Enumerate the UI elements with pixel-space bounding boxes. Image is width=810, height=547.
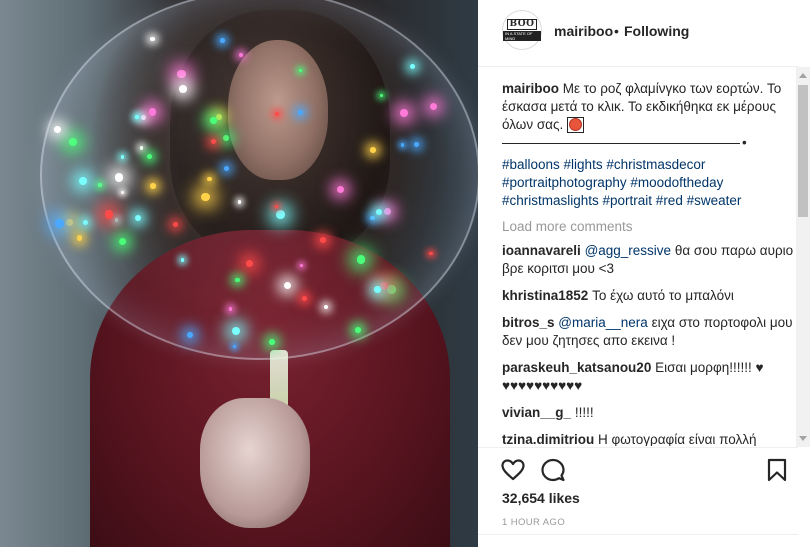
- fairy-light: [373, 286, 381, 293]
- comment-mention[interactable]: @agg_ressive: [585, 243, 672, 258]
- scrollbar-thumb[interactable]: [798, 85, 808, 217]
- comment-item: vivian__g_ !!!!!: [502, 404, 798, 422]
- bookmark-icon[interactable]: [764, 457, 790, 483]
- fairy-light: [104, 210, 114, 219]
- comment-username[interactable]: bitros_s: [502, 315, 555, 330]
- comment-mention[interactable]: @maria__nera: [558, 315, 648, 330]
- comments-list: mairiboo Με το ροζ φλαμίνγκο των εορτών.…: [502, 80, 798, 446]
- post-caption: mairiboo Με το ροζ φλαμίνγκο των εορτών.…: [502, 80, 798, 152]
- fairy-light: [302, 295, 307, 301]
- heart-icon[interactable]: [500, 457, 526, 483]
- fairy-light: [121, 190, 125, 194]
- caption-divider: [502, 142, 740, 144]
- fairy-light: [387, 285, 396, 294]
- avatar[interactable]: BOO IN A STATE OF MIND: [502, 10, 542, 50]
- comment-item: bitros_s @maria__nera ειχα στο πορτοφολι…: [502, 314, 798, 350]
- post-header: BOO IN A STATE OF MIND mairiboo • Follow…: [478, 0, 798, 67]
- comment-item: paraskeuh_katsanou20 Εισαι μορφη!!!!!! ♥…: [502, 359, 798, 395]
- fairy-light: [234, 277, 240, 283]
- avatar-logo-subtext: IN A STATE OF MIND: [503, 31, 541, 41]
- fairy-light: [150, 183, 156, 189]
- fairy-light: [223, 134, 230, 141]
- fairy-light: [283, 282, 291, 290]
- fairy-light: [369, 147, 376, 153]
- angry-face-emoji-icon: [567, 117, 584, 133]
- fairy-light: [400, 143, 404, 147]
- fairy-light: [399, 108, 408, 117]
- fairy-light: [228, 307, 233, 311]
- fairy-light: [147, 153, 153, 159]
- fairy-light: [356, 255, 366, 264]
- fairy-light: [135, 115, 139, 119]
- fairy-light: [141, 115, 146, 120]
- post-actions: 32,654 likes 1 HOUR AGO: [478, 447, 798, 547]
- fairy-light: [139, 145, 144, 150]
- fairy-light: [148, 108, 157, 116]
- comment-item: ioannavareli @agg_ressive θα σου παρω αυ…: [502, 242, 798, 278]
- comment-username[interactable]: paraskeuh_katsanou20: [502, 360, 651, 375]
- comment-text: !!!!!: [574, 405, 594, 420]
- header-separator: •: [614, 23, 619, 39]
- comment-item: tzina.dimitriou Η φωτογραφία είναι πολλή…: [502, 431, 798, 446]
- comment-username[interactable]: khristina1852: [502, 288, 588, 303]
- fairy-light: [269, 339, 275, 345]
- comment-icon[interactable]: [540, 457, 566, 483]
- comment-username[interactable]: ioannavareli: [502, 243, 581, 258]
- fairy-light: [177, 69, 186, 79]
- fairy-light: [179, 85, 187, 93]
- photo-balloon: [40, 0, 478, 360]
- comment-username[interactable]: tzina.dimitriou: [502, 432, 594, 446]
- caption-end-dot: •: [742, 135, 747, 150]
- avatar-logo-text: BOO: [506, 19, 538, 30]
- fairy-light: [429, 251, 433, 256]
- fairy-light: [379, 93, 384, 98]
- fairy-light: [231, 326, 240, 336]
- comments-scrollbar[interactable]: [796, 67, 810, 447]
- fairy-light: [370, 215, 375, 221]
- photo-hand: [200, 398, 310, 528]
- fairy-light: [172, 221, 179, 227]
- fairy-light: [118, 238, 126, 246]
- scroll-up-arrow-icon[interactable]: [799, 73, 807, 78]
- fairy-light: [220, 38, 225, 43]
- comment-text: Το έχω αυτό το μπαλόνι: [592, 288, 734, 303]
- comment-item: khristina1852 Το έχω αυτό το μπαλόνι: [502, 287, 798, 305]
- fairy-light: [55, 219, 64, 228]
- caption-username[interactable]: mairiboo: [502, 81, 559, 96]
- post-timestamp[interactable]: 1 HOUR AGO: [502, 517, 565, 528]
- fairy-light: [115, 173, 124, 182]
- scroll-down-arrow-icon[interactable]: [799, 436, 807, 441]
- header-username[interactable]: mairiboo: [554, 23, 613, 39]
- fairy-light: [68, 138, 77, 147]
- likes-count[interactable]: 32,654 likes: [502, 490, 580, 506]
- caption-hashtags[interactable]: #balloons #lights #christmasdecor #portr…: [502, 156, 798, 210]
- fairy-light: [180, 258, 185, 262]
- fairy-light: [276, 210, 285, 219]
- fairy-light: [98, 182, 102, 187]
- fairy-light: [66, 219, 73, 226]
- following-button[interactable]: Following: [624, 23, 689, 39]
- fairy-light: [274, 112, 279, 117]
- fairy-light: [78, 177, 87, 185]
- load-more-comments-button[interactable]: Load more comments: [502, 218, 798, 236]
- post-photo[interactable]: [0, 0, 478, 547]
- actions-divider: [478, 534, 798, 535]
- fairy-light: [207, 176, 212, 182]
- fairy-light: [375, 208, 382, 215]
- post-sidebar: BOO IN A STATE OF MIND mairiboo • Follow…: [478, 0, 810, 547]
- fairy-light: [336, 185, 344, 193]
- comment-username[interactable]: vivian__g_: [502, 405, 571, 420]
- fairy-light: [354, 327, 361, 334]
